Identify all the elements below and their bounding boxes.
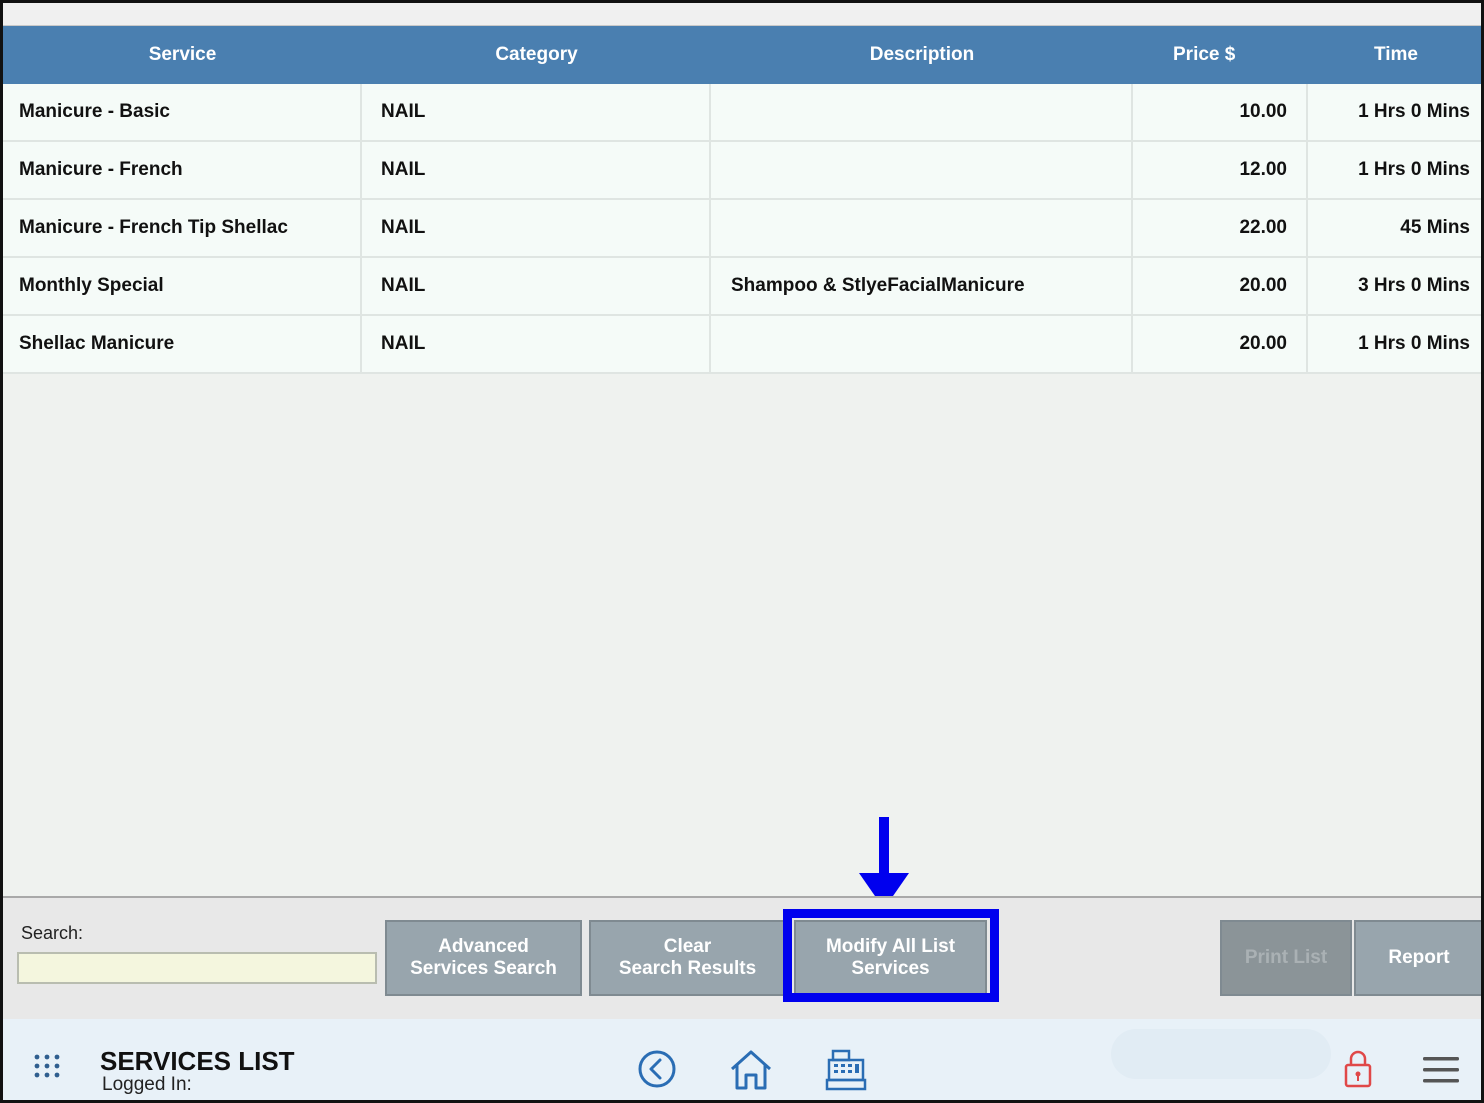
- clear-search-results-button[interactable]: Clear Search Results: [589, 920, 786, 996]
- table-row[interactable]: Manicure - French Tip Shellac NAIL 22.00…: [3, 200, 1481, 258]
- cell-service: Shellac Manicure: [3, 316, 362, 372]
- button-label: Print List: [1244, 947, 1328, 968]
- bottom-navigation-bar: SERVICES LIST Logged In:: [3, 1019, 1481, 1100]
- cell-category: NAIL: [362, 142, 711, 198]
- cell-category: NAIL: [362, 258, 711, 314]
- button-label-line: Modify All List: [825, 936, 956, 957]
- cell-price: 10.00: [1133, 84, 1308, 140]
- search-input[interactable]: [17, 952, 377, 984]
- search-label: Search:: [21, 923, 84, 943]
- home-icon[interactable]: [729, 1049, 773, 1091]
- cell-price: 20.00: [1133, 316, 1308, 372]
- column-header-service[interactable]: Service: [3, 26, 362, 84]
- advanced-services-search-button[interactable]: Advanced Services Search: [385, 920, 582, 996]
- button-label-line: Search Results: [618, 958, 757, 979]
- modify-all-list-services-button[interactable]: Modify All List Services: [794, 920, 987, 996]
- app-window: Service Category Description Price $ Tim…: [0, 0, 1484, 1103]
- cell-service: Manicure - French Tip Shellac: [3, 200, 362, 256]
- services-table-body: Manicure - Basic NAIL 10.00 1 Hrs 0 Mins…: [3, 84, 1481, 374]
- column-header-category[interactable]: Category: [362, 26, 711, 84]
- column-header-description[interactable]: Description: [711, 26, 1133, 84]
- cell-time: 45 Mins: [1400, 217, 1470, 238]
- lock-icon[interactable]: [1343, 1049, 1373, 1089]
- table-row[interactable]: Shellac Manicure NAIL 20.00 1 Hrs 0 Mins: [3, 316, 1481, 374]
- cell-category: NAIL: [362, 316, 711, 372]
- logged-in-label: Logged In:: [102, 1074, 192, 1095]
- page-title: SERVICES LIST: [100, 1046, 295, 1076]
- cell-description: [711, 200, 1133, 256]
- action-toolbar: Search: Advanced Services Search Clear S…: [3, 896, 1481, 1019]
- top-strip: [3, 3, 1481, 26]
- apps-grid-icon[interactable]: [33, 1053, 61, 1079]
- cell-price: 20.00: [1133, 258, 1308, 314]
- back-icon[interactable]: [637, 1049, 677, 1089]
- cell-description: [711, 316, 1133, 372]
- cell-time: 1 Hrs 0 Mins: [1358, 101, 1470, 122]
- button-label: Report: [1388, 947, 1450, 968]
- cell-price: 12.00: [1133, 142, 1308, 198]
- print-list-button[interactable]: Print List: [1220, 920, 1352, 996]
- table-row[interactable]: Manicure - Basic NAIL 10.00 1 Hrs 0 Mins: [3, 84, 1481, 142]
- table-row[interactable]: Monthly Special NAIL Shampoo & StlyeFaci…: [3, 258, 1481, 316]
- cell-category: NAIL: [362, 84, 711, 140]
- cell-description: [711, 142, 1133, 198]
- cash-register-icon[interactable]: [825, 1049, 867, 1091]
- cell-service: Monthly Special: [3, 258, 362, 314]
- button-label-line: Services Search: [410, 958, 557, 979]
- table-header: Service Category Description Price $ Tim…: [3, 26, 1481, 84]
- cell-time: 1 Hrs 0 Mins: [1358, 159, 1470, 180]
- cell-time: 1 Hrs 0 Mins: [1358, 333, 1470, 354]
- cell-time: 3 Hrs 0 Mins: [1358, 275, 1470, 296]
- button-label-line: Clear: [663, 936, 712, 957]
- report-button[interactable]: Report: [1354, 920, 1481, 996]
- button-label-line: Services: [851, 958, 930, 979]
- menu-icon[interactable]: [1423, 1056, 1459, 1084]
- user-badge: [1111, 1029, 1331, 1079]
- table-row[interactable]: Manicure - French NAIL 12.00 1 Hrs 0 Min…: [3, 142, 1481, 200]
- column-header-price[interactable]: Price $: [1133, 26, 1308, 84]
- cell-service: Manicure - Basic: [3, 84, 362, 140]
- column-header-time[interactable]: Time: [1308, 26, 1481, 84]
- cell-category: NAIL: [362, 200, 711, 256]
- button-label-line: Advanced: [438, 936, 529, 957]
- cell-description: [711, 84, 1133, 140]
- cell-description: Shampoo & StlyeFacialManicure: [711, 258, 1133, 314]
- cell-service: Manicure - French: [3, 142, 362, 198]
- cell-price: 22.00: [1133, 200, 1308, 256]
